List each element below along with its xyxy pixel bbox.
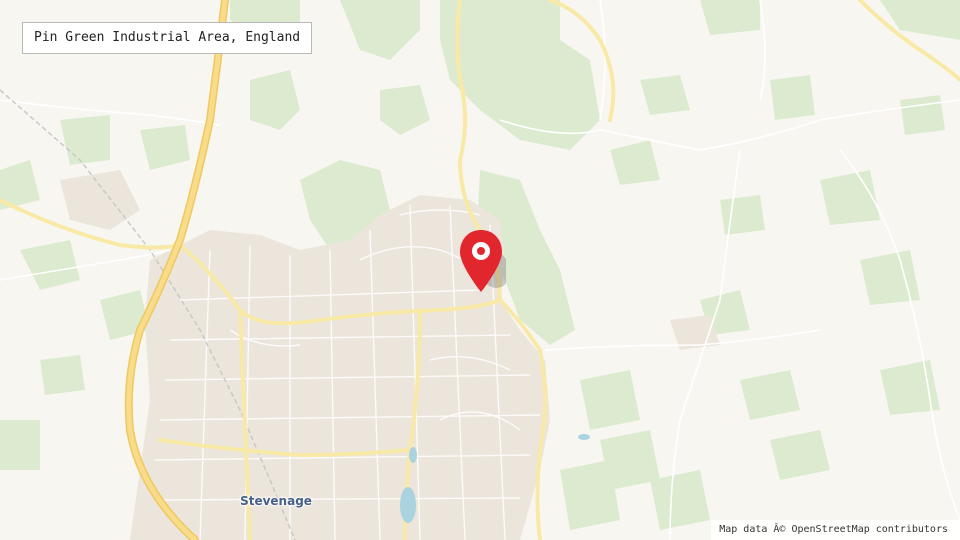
map-attribution[interactable]: Map data Â© OpenStreetMap contributors (711, 520, 960, 540)
map-canvas[interactable]: Pin Green Industrial Area, England Steve… (0, 0, 960, 540)
town-label-stevenage: Stevenage (240, 494, 312, 508)
map-title: Pin Green Industrial Area, England (22, 22, 313, 54)
location-pin-icon[interactable] (456, 228, 506, 296)
